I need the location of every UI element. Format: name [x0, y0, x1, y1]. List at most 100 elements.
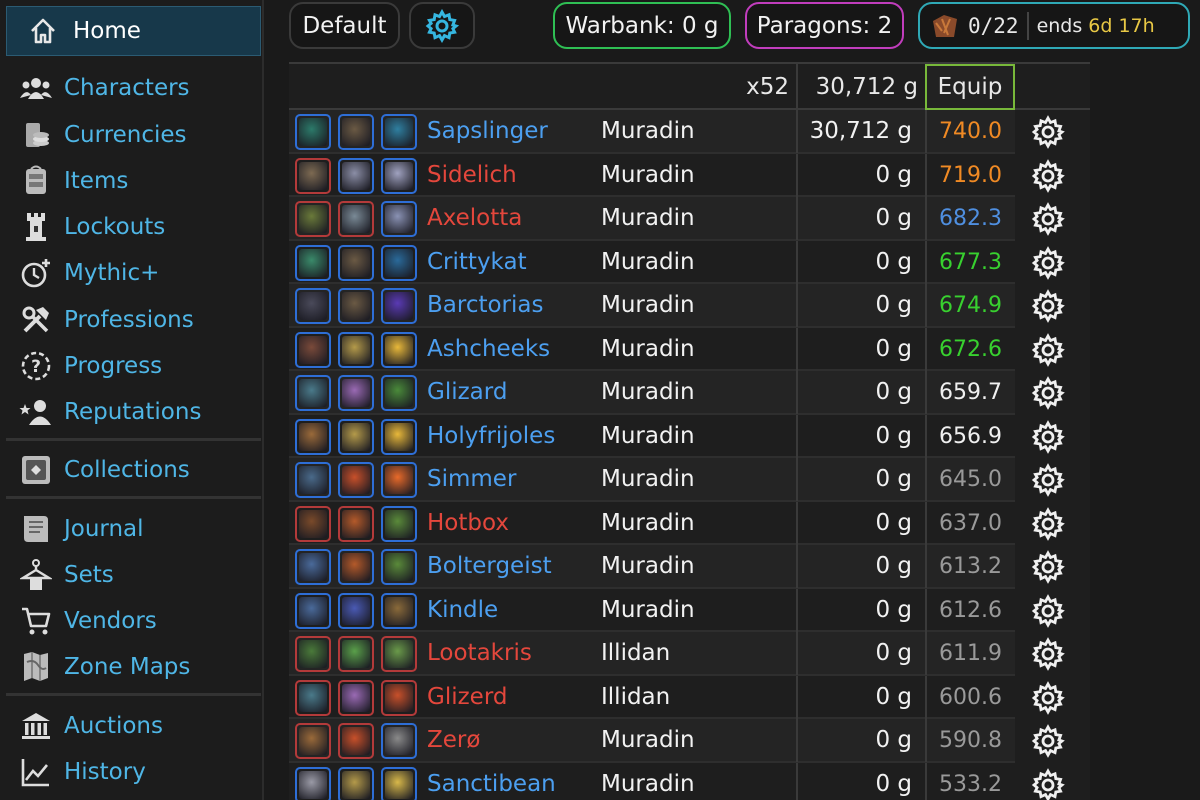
sidebar-item-collections[interactable]: Collections [18, 450, 258, 490]
table-header: x52 30,712 g Equip [289, 62, 1090, 110]
sidebar-item-progress[interactable]: ? Progress [18, 346, 258, 386]
progress-icon: ? [18, 348, 54, 384]
character-settings-button[interactable] [1031, 680, 1065, 715]
item-level: 740.0 [925, 110, 1015, 153]
character-realm: Muradin [601, 161, 695, 188]
sidebar-item-currencies[interactable]: Currencies [18, 115, 258, 155]
sidebar-item-auctions[interactable]: Auctions [18, 706, 258, 746]
character-name[interactable]: Zerø [427, 719, 480, 762]
professions-icon [18, 302, 54, 338]
class-icon [338, 114, 374, 150]
bank-icon [18, 708, 54, 744]
sidebar-item-lockouts[interactable]: Lockouts [18, 207, 258, 247]
character-gold: 0 g [796, 545, 918, 588]
sidebar-item-vendors[interactable]: Vendors [18, 601, 258, 641]
sidebar-item-label: Items [64, 168, 129, 194]
item-level: 645.0 [925, 458, 1015, 501]
character-realm: Illidan [601, 683, 671, 710]
spec-icons [295, 418, 424, 455]
character-gold: 0 g [796, 284, 918, 327]
race-icon [295, 723, 331, 759]
class-icon [338, 505, 374, 542]
character-name[interactable]: Axelotta [427, 197, 522, 240]
sidebar-item-label: Professions [64, 307, 194, 333]
sidebar-item-journal[interactable]: Journal [18, 509, 258, 549]
character-settings-button[interactable] [1031, 289, 1065, 323]
table-row: Sidelich Muradin 0 g 719.0 [289, 153, 1015, 197]
gear-icon [1031, 202, 1065, 236]
character-name[interactable]: Hotbox [427, 502, 509, 545]
character-settings-button[interactable] [1031, 724, 1065, 758]
sidebar-item-zone-maps[interactable]: Zone Maps [18, 647, 258, 687]
spec-icon [381, 244, 417, 281]
character-name[interactable]: Simmer [427, 458, 516, 501]
character-name[interactable]: Boltergeist [427, 545, 552, 588]
character-name[interactable]: Holyfrijoles [427, 415, 555, 458]
view-settings-button[interactable] [409, 2, 475, 49]
character-settings-button[interactable] [1031, 245, 1065, 280]
weekly-progress-badge: 0/22 ends 6d 17h [918, 2, 1190, 49]
gear-icon [1031, 115, 1065, 149]
item-level: 719.0 [925, 153, 1015, 197]
spec-icon [381, 288, 417, 324]
character-settings-button[interactable] [1031, 202, 1065, 236]
character-gold: 0 g [796, 240, 918, 284]
equip-column-header[interactable]: Equip [925, 64, 1015, 110]
character-settings-button[interactable] [1031, 506, 1065, 541]
sidebar-item-sets[interactable]: Sets [18, 555, 258, 595]
view-default-button[interactable]: Default [289, 2, 400, 49]
character-name[interactable]: Kindle [427, 589, 498, 632]
currencies-icon [18, 117, 54, 153]
journal-icon [18, 511, 54, 547]
zone-maps-icon [18, 649, 54, 685]
character-settings-button[interactable] [1031, 637, 1065, 671]
spec-icons [295, 636, 424, 672]
character-name[interactable]: Ashcheeks [427, 328, 550, 371]
character-name[interactable]: Glizerd [427, 676, 507, 719]
spec-icon [381, 505, 417, 542]
character-name[interactable]: Glizard [427, 371, 507, 414]
sidebar-item-label: Sets [64, 562, 114, 588]
character-name[interactable]: Sanctibean [427, 763, 556, 800]
character-settings-button[interactable] [1031, 419, 1065, 454]
sidebar-item-label: Home [73, 18, 141, 44]
race-icon [295, 679, 331, 716]
character-settings-button[interactable] [1031, 767, 1065, 800]
class-icon [338, 592, 374, 629]
class-icon [338, 418, 374, 455]
character-settings-button[interactable] [1031, 463, 1065, 497]
character-name[interactable]: Sapslinger [427, 110, 548, 153]
character-name[interactable]: Lootakris [427, 632, 532, 675]
character-settings-button[interactable] [1031, 550, 1065, 584]
class-icon [338, 375, 374, 411]
sidebar: Home Characters Currencies Items Lockout… [0, 0, 264, 800]
sidebar-item-label: Collections [64, 457, 190, 483]
sidebar-item-mythic-plus[interactable]: Mythic+ [18, 253, 258, 293]
character-settings-button[interactable] [1031, 376, 1065, 410]
sidebar-item-reputations[interactable]: Reputations [18, 392, 258, 432]
character-settings-button[interactable] [1031, 332, 1065, 367]
character-gold: 0 g [796, 327, 918, 371]
character-name[interactable]: Crittykat [427, 241, 527, 284]
character-realm: Muradin [601, 335, 695, 362]
race-icon [295, 331, 331, 368]
character-name[interactable]: Sidelich [427, 154, 517, 197]
sidebar-item-home[interactable]: Home [6, 6, 261, 56]
sidebar-item-history[interactable]: History [18, 752, 258, 792]
gear-icon [1031, 332, 1065, 367]
character-name[interactable]: Barctorias [427, 284, 543, 327]
paragons-badge: Paragons: 2 [745, 2, 904, 49]
sidebar-item-characters[interactable]: Characters [18, 68, 258, 108]
table-row: Glizard Muradin 0 g 659.7 [289, 371, 1015, 415]
character-settings-button[interactable] [1031, 593, 1065, 628]
class-icon [338, 549, 374, 585]
sidebar-item-professions[interactable]: Professions [18, 300, 258, 340]
sidebar-item-items[interactable]: Items [18, 161, 258, 201]
character-settings-button[interactable] [1031, 115, 1065, 149]
character-gold: 0 g [796, 371, 918, 414]
sidebar-item-label: Characters [64, 75, 190, 101]
spec-icons [295, 766, 424, 800]
spec-icons [295, 723, 424, 759]
character-gold: 0 g [796, 632, 918, 675]
character-settings-button[interactable] [1031, 158, 1065, 193]
